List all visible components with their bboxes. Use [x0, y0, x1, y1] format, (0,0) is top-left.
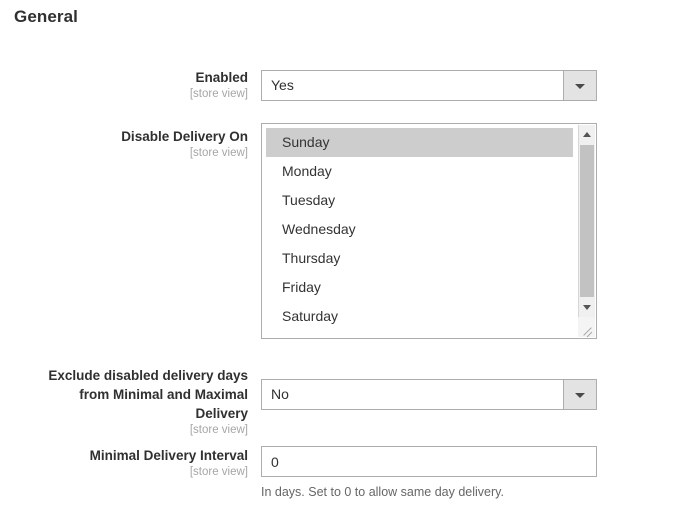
list-item[interactable]: Thursday — [262, 244, 577, 273]
chevron-down-icon — [575, 393, 585, 398]
grip-line — [587, 332, 593, 338]
exclude-disabled-days-select-button[interactable] — [563, 380, 596, 409]
multiselect-scrollbar[interactable] — [578, 125, 595, 337]
list-item[interactable]: Tuesday — [262, 186, 577, 215]
label-exclude-line-3: Delivery — [195, 406, 248, 421]
disable-delivery-on-multiselect[interactable]: Sunday Monday Tuesday Wednesday Thursday… — [261, 123, 597, 339]
control-minimal-delivery-interval: In days. Set to 0 to allow same day deli… — [261, 446, 597, 500]
list-item-label: Tuesday — [282, 192, 335, 208]
label-exclude-disabled-days: Exclude disabled delivery days from Mini… — [0, 366, 248, 438]
scope-minimal-delivery-interval: [store view] — [0, 465, 248, 480]
minimal-delivery-interval-note: In days. Set to 0 to allow same day deli… — [261, 484, 597, 500]
scrollbar-thumb[interactable] — [580, 145, 594, 297]
triangle-down-icon[interactable] — [579, 298, 595, 315]
label-disable-delivery-on-text: Disable Delivery On — [121, 129, 248, 144]
list-item[interactable]: Monday — [262, 157, 577, 186]
label-minimal-delivery-interval-text: Minimal Delivery Interval — [90, 448, 248, 463]
list-item-label: Thursday — [282, 250, 340, 266]
control-enabled: Yes — [261, 70, 597, 101]
scope-enabled: [store view] — [0, 87, 248, 102]
list-item[interactable]: Saturday — [262, 302, 577, 331]
label-enabled: Enabled [store view] — [0, 68, 248, 102]
control-exclude-disabled-days: No — [261, 379, 597, 410]
enabled-select[interactable]: Yes — [261, 70, 597, 101]
label-exclude-line-2: from Minimal and Maximal — [79, 387, 248, 402]
resize-grip-icon[interactable] — [578, 317, 595, 337]
enabled-select-value: Yes — [271, 71, 294, 100]
chevron-down-icon — [575, 84, 585, 89]
triangle-up-icon[interactable] — [579, 125, 595, 142]
page-title: General — [14, 7, 78, 27]
label-enabled-text: Enabled — [195, 70, 248, 85]
control-disable-delivery-on: Sunday Monday Tuesday Wednesday Thursday… — [261, 123, 597, 339]
triangle-down-glyph — [583, 305, 591, 310]
triangle-up-glyph — [583, 132, 591, 137]
minimal-delivery-interval-input[interactable] — [261, 446, 597, 477]
exclude-disabled-days-select[interactable]: No — [261, 379, 597, 410]
label-disable-delivery-on: Disable Delivery On [store view] — [0, 127, 248, 161]
list-item-label: Monday — [282, 163, 332, 179]
scope-exclude-disabled-days: [store view] — [0, 423, 248, 438]
list-item-label: Friday — [282, 279, 321, 295]
list-item-label: Sunday — [282, 134, 329, 150]
multiselect-option-list: Sunday Monday Tuesday Wednesday Thursday… — [262, 128, 577, 338]
exclude-disabled-days-select-value: No — [271, 380, 289, 409]
list-item-label: Wednesday — [282, 221, 356, 237]
list-item[interactable]: Friday — [262, 273, 577, 302]
scope-disable-delivery-on: [store view] — [0, 146, 248, 161]
label-minimal-delivery-interval: Minimal Delivery Interval [store view] — [0, 446, 248, 480]
list-item-label: Saturday — [282, 308, 338, 324]
list-item[interactable]: Sunday — [266, 128, 573, 157]
label-exclude-line-1: Exclude disabled delivery days — [48, 368, 248, 383]
list-item[interactable]: Wednesday — [262, 215, 577, 244]
enabled-select-button[interactable] — [563, 71, 596, 100]
